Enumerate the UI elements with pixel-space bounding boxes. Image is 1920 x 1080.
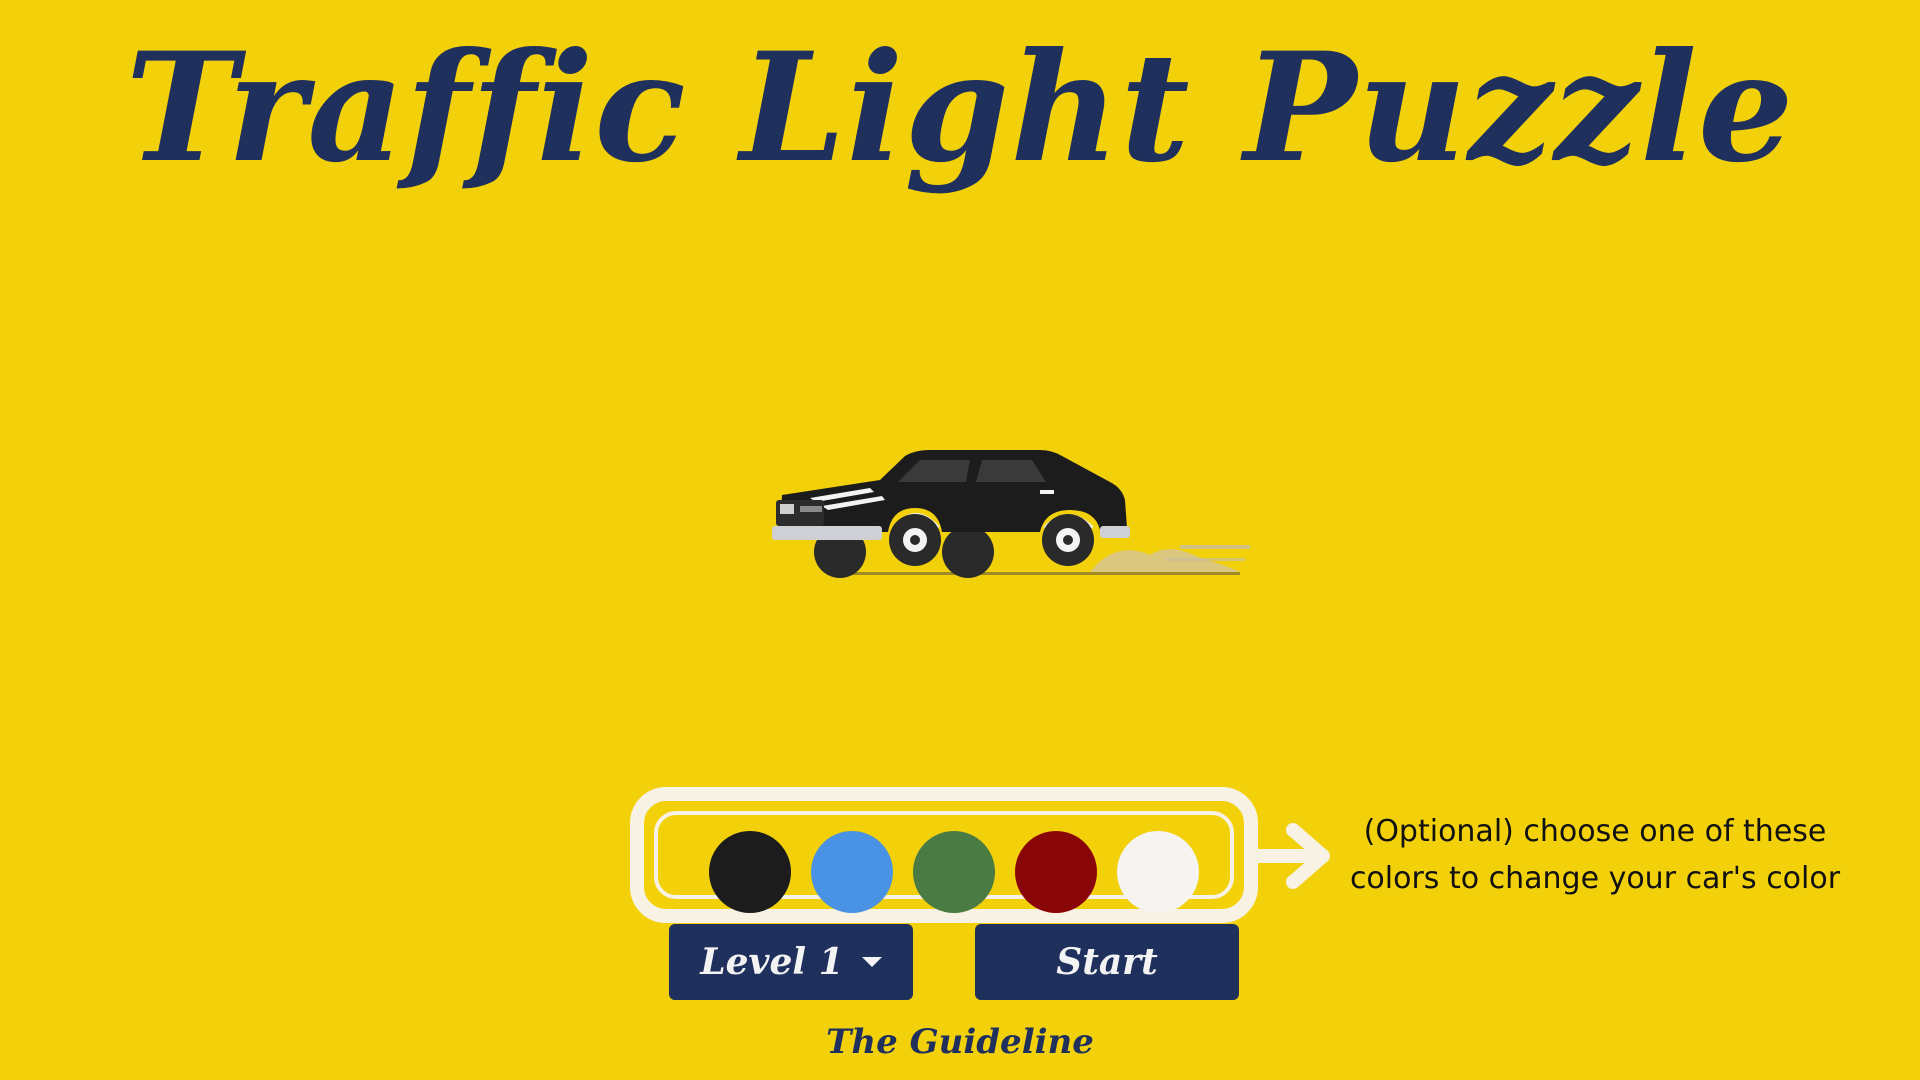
color-swatch-black[interactable] bbox=[709, 831, 791, 913]
start-button[interactable]: Start bbox=[975, 924, 1239, 1000]
swatch-row bbox=[644, 801, 1244, 913]
start-label: Start bbox=[1056, 941, 1158, 983]
hint-line-2: colors to change your car's color bbox=[1349, 861, 1841, 896]
hint-line-1: (Optional) choose one of these bbox=[1363, 814, 1827, 849]
level-label: Level 1 bbox=[700, 941, 844, 983]
footer-credit: The Guideline bbox=[826, 1022, 1094, 1062]
chevron-down-icon bbox=[861, 957, 882, 967]
game-title: Traffic Light Puzzle bbox=[125, 20, 1795, 196]
car-icon bbox=[772, 450, 1250, 578]
color-swatch-red[interactable] bbox=[1015, 831, 1097, 913]
color-swatch-green[interactable] bbox=[913, 831, 995, 913]
color-swatch-blue[interactable] bbox=[811, 831, 893, 913]
level-dropdown[interactable]: Level 1 bbox=[669, 924, 913, 1000]
palette-hint: (Optional) choose one of these colors to… bbox=[1315, 808, 1875, 902]
color-swatch-white[interactable] bbox=[1117, 831, 1199, 913]
car-graphic bbox=[770, 440, 1270, 580]
color-palette bbox=[630, 787, 1258, 923]
